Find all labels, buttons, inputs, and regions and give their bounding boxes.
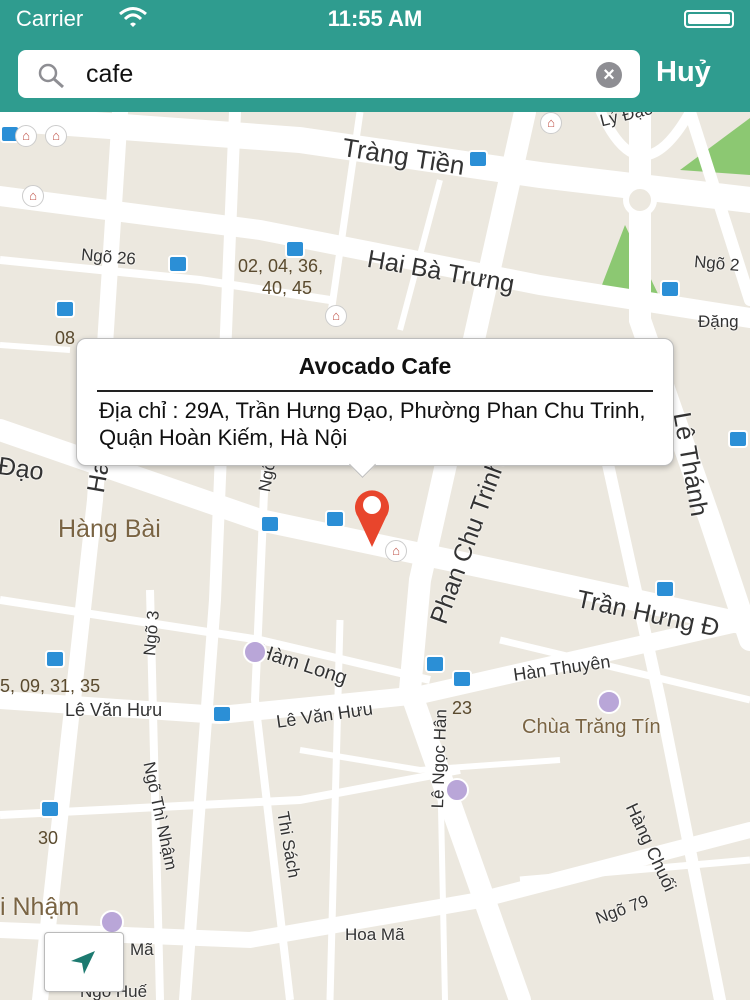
temple-icon[interactable]: ⌂	[15, 125, 37, 147]
bus-stop-icon[interactable]	[40, 800, 60, 818]
status-bar: Carrier 11:55 AM	[0, 0, 750, 38]
navigation-bar: Carrier 11:55 AM × Huỷ	[0, 0, 750, 112]
street-label: Ngõ 2	[693, 252, 741, 275]
location-arrow-icon	[71, 951, 95, 974]
map-view[interactable]: Tràng TiềnLý Đạo ThànhHai Bà TrưngNgõ 26…	[0, 112, 750, 1000]
district-label: i Nhậm	[0, 893, 80, 921]
bus-stop-icon[interactable]	[55, 300, 75, 318]
bus-stop-icon[interactable]	[285, 240, 305, 258]
religious-site-icon[interactable]	[445, 778, 469, 802]
street-label: Đạo	[0, 452, 46, 487]
callout-divider	[97, 390, 653, 392]
bus-stop-icon[interactable]	[260, 515, 280, 533]
street-label: Ngõ 3	[140, 609, 163, 657]
religious-site-icon[interactable]	[243, 640, 267, 664]
bus-stop-icon[interactable]	[45, 650, 65, 668]
temple-icon[interactable]: ⌂	[540, 112, 562, 134]
temple-icon[interactable]: ⌂	[325, 305, 347, 327]
temple-icon[interactable]: ⌂	[45, 125, 67, 147]
bus-route-label: 23	[452, 698, 473, 718]
current-location-button[interactable]	[44, 932, 124, 992]
street-label: Mã	[130, 940, 154, 959]
search-bar[interactable]: ×	[18, 50, 640, 98]
bus-route-label: 5, 09, 31, 35	[0, 676, 101, 696]
religious-site-icon[interactable]	[597, 690, 621, 714]
temple-icon[interactable]: ⌂	[22, 185, 44, 207]
bus-stop-icon[interactable]	[425, 655, 445, 673]
battery-icon	[684, 10, 734, 28]
cancel-button[interactable]: Huỷ	[656, 56, 711, 89]
street-label: Lê Văn Hưu	[65, 700, 163, 720]
religious-site-icon[interactable]	[100, 910, 124, 934]
place-address: Địa chỉ : 29A, Trần Hưng Đạo, Phường Pha…	[99, 398, 646, 450]
bus-stop-icon[interactable]	[728, 430, 748, 448]
bus-stop-icon[interactable]	[325, 510, 345, 528]
clear-icon[interactable]: ×	[596, 62, 622, 88]
district-label: Hàng Bài	[58, 515, 161, 543]
map-pin-icon[interactable]	[350, 485, 394, 549]
place-title: Avocado Cafe	[298, 353, 452, 379]
bus-stop-icon[interactable]	[660, 280, 680, 298]
bus-route-label: 30	[38, 828, 59, 848]
bus-stop-icon[interactable]	[452, 670, 472, 688]
bus-stop-icon[interactable]	[655, 580, 675, 598]
bus-route-label: 40, 45	[262, 278, 313, 298]
place-callout[interactable]: Avocado Cafe Địa chỉ : 29A, Trần Hưng Đạ…	[76, 338, 674, 478]
bus-stop-icon[interactable]	[468, 150, 488, 168]
bus-stop-icon[interactable]	[212, 705, 232, 723]
clock-time: 11:55 AM	[327, 6, 423, 31]
search-icon	[38, 63, 64, 89]
bus-route-label: 08	[55, 328, 76, 348]
street-label: Đặng	[698, 312, 739, 331]
district-label: Chùa Trăng Tín	[522, 716, 661, 738]
street-label: Hoa Mã	[345, 925, 405, 944]
search-input[interactable]	[86, 56, 586, 92]
bus-stop-icon[interactable]	[168, 255, 188, 273]
bus-route-label: 02, 04, 36,	[238, 256, 324, 276]
